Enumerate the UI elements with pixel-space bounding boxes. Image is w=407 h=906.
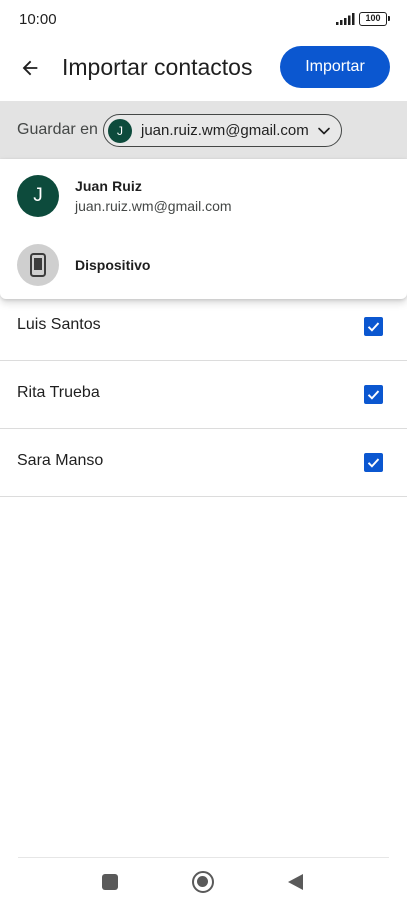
account-selector-chip[interactable]: J juan.ruiz.wm@gmail.com <box>103 114 342 147</box>
contact-name: Sara Manso <box>17 452 104 469</box>
battery-icon: 100 <box>359 12 390 26</box>
contact-list: Luis Santos Rita Trueba Sara Manso <box>0 293 407 497</box>
check-icon <box>367 390 380 400</box>
chip-account-email: juan.ruiz.wm@gmail.com <box>141 122 309 139</box>
contact-checkbox[interactable] <box>364 453 383 472</box>
menu-item-device[interactable]: Dispositivo <box>0 232 407 298</box>
chip-avatar: J <box>108 119 132 143</box>
system-nav-bar <box>0 857 407 906</box>
app-bar: Importar contactos Importar <box>0 40 407 100</box>
page-title: Importar contactos <box>62 54 253 80</box>
contact-row[interactable]: Luis Santos <box>0 293 407 361</box>
contact-checkbox[interactable] <box>364 385 383 404</box>
check-icon <box>367 322 380 332</box>
account-email: juan.ruiz.wm@gmail.com <box>75 198 232 214</box>
back-arrow-icon[interactable] <box>14 52 46 84</box>
contact-row[interactable]: Sara Manso <box>0 429 407 497</box>
menu-item-google-account[interactable]: J Juan Ruiz juan.ruiz.wm@gmail.com <box>0 163 407 229</box>
account-avatar: J <box>17 175 59 217</box>
contact-checkbox[interactable] <box>364 317 383 336</box>
recents-icon[interactable] <box>102 874 118 890</box>
account-dropdown-menu: J Juan Ruiz juan.ruiz.wm@gmail.com Dispo… <box>0 159 407 299</box>
status-time: 10:00 <box>19 11 57 28</box>
smartphone-icon <box>17 244 59 286</box>
status-bar: 10:00 100 <box>0 0 407 40</box>
save-in-bar: Guardar en J juan.ruiz.wm@gmail.com <box>0 101 407 159</box>
nav-divider <box>18 857 389 858</box>
check-icon <box>367 458 380 468</box>
home-icon[interactable] <box>192 871 214 893</box>
import-button[interactable]: Importar <box>280 46 390 88</box>
save-in-label: Guardar en <box>17 121 98 138</box>
battery-level: 100 <box>365 13 381 23</box>
back-triangle-icon[interactable] <box>288 874 303 890</box>
contact-name: Luis Santos <box>17 316 101 333</box>
signal-icon <box>336 13 355 25</box>
device-label: Dispositivo <box>75 257 151 273</box>
account-name: Juan Ruiz <box>75 178 143 194</box>
contact-name: Rita Trueba <box>17 384 100 401</box>
contact-row[interactable]: Rita Trueba <box>0 361 407 429</box>
chevron-down-icon <box>318 127 330 135</box>
